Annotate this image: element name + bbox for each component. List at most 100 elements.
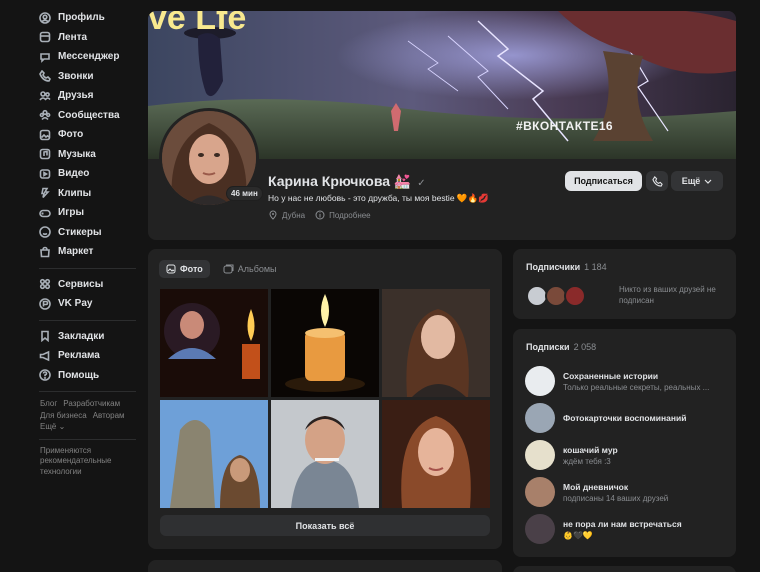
- sidebar-item-video[interactable]: Видео: [0, 164, 146, 184]
- phone-icon: [39, 70, 51, 83]
- link-more[interactable]: Ещё ⌄: [40, 422, 65, 431]
- sidebar-item-feed[interactable]: Лента: [0, 28, 146, 48]
- left-sidebar: Профиль Лента Мессенджер Звонки Друзья Сообще…: [0, 0, 146, 572]
- sidebar-item-label: Помощь: [58, 369, 100, 381]
- subscription-item[interactable]: не пора ли нам встречаться 👶🖤💛: [525, 513, 730, 545]
- sidebar-item-label: Сообщества: [58, 109, 120, 121]
- followers-note: Никто из ваших друзей не подписан: [619, 285, 716, 305]
- photos-block: Фото Альбомы Показать всё: [148, 249, 502, 549]
- sidebar-divider: [39, 319, 136, 321]
- photo-icon: [166, 264, 176, 274]
- chevron-down-icon: [704, 179, 712, 184]
- sidebar-item-megaphone[interactable]: Реклама: [0, 346, 146, 366]
- subscription-avatar: [525, 477, 555, 507]
- photo-thumbnail[interactable]: [271, 289, 379, 397]
- sticker-icon: [39, 226, 51, 239]
- sidebar-divider: [39, 391, 136, 392]
- link-blog[interactable]: Блог: [40, 399, 57, 408]
- sidebar-item-friends[interactable]: Друзья: [0, 86, 146, 106]
- subscription-subtitle: 👶🖤💛: [563, 530, 593, 540]
- followers-block[interactable]: Подписчики 1 184 Никто из ваших друзей не…: [513, 249, 736, 319]
- link-business[interactable]: Для бизнеса: [40, 411, 87, 420]
- sidebar-item-sticker[interactable]: Стикеры: [0, 223, 146, 243]
- sidebar-item-label: Профиль: [58, 12, 105, 24]
- photo-thumbnail[interactable]: [160, 400, 268, 508]
- sidebar-item-clips[interactable]: Клипы: [0, 184, 146, 204]
- cover-text: ve Lfe: [148, 11, 247, 37]
- subscriptions-title[interactable]: Подписки 2 058: [526, 342, 596, 352]
- photo-thumbnail[interactable]: [382, 400, 490, 508]
- sidebar-item-label: Лента: [58, 31, 88, 43]
- subscription-avatar: [525, 440, 555, 470]
- tab-albums-label: Альбомы: [237, 264, 277, 274]
- details-link[interactable]: Подробнее: [315, 210, 371, 220]
- subscription-item[interactable]: кошачий мур ждём тебя :3: [525, 439, 730, 471]
- feed-icon: [39, 31, 51, 43]
- subscription-subtitle: ждём тебя :3: [563, 456, 611, 466]
- communities-icon: [39, 109, 51, 121]
- followers-title: Подписчики 1 184: [526, 262, 607, 272]
- albums-icon: [223, 264, 234, 274]
- subscriptions-title-label: Подписки: [526, 342, 570, 352]
- photo-thumbnail[interactable]: [271, 400, 379, 508]
- sidebar-item-user-circle[interactable]: Профиль: [0, 8, 146, 28]
- vkpay-icon: [39, 297, 51, 310]
- footer-links: Блог Разработчикам Для бизнеса Авторам Ещё…: [0, 398, 146, 433]
- sidebar-divider: [39, 267, 136, 269]
- follower-avatar[interactable]: [564, 285, 586, 307]
- location-icon: [269, 210, 277, 220]
- sidebar-item-bookmark[interactable]: Закладки: [0, 327, 146, 347]
- photo-thumbnail[interactable]: [382, 289, 490, 397]
- sidebar-item-gamepad[interactable]: Игры: [0, 203, 146, 223]
- more-button[interactable]: Ещё: [671, 171, 723, 191]
- subscription-item[interactable]: Фотокарточки воспоминаний: [525, 402, 730, 434]
- sidebar-item-bag[interactable]: Маркет: [0, 242, 146, 262]
- sidebar-item-chat[interactable]: Мессенджер: [0, 47, 146, 67]
- tab-photos[interactable]: Фото: [159, 260, 210, 278]
- subscription-subtitle: подписаны 14 ваших друзей: [563, 493, 669, 503]
- tab-albums[interactable]: Альбомы: [216, 260, 284, 278]
- link-developers[interactable]: Разработчикам: [63, 399, 120, 408]
- profile-header: ve Lfe #ВКОНТАКТЕ16 46 мин Карина Крючко…: [148, 11, 736, 240]
- subscribe-button[interactable]: Подписаться: [565, 171, 642, 191]
- recommendation-note[interactable]: Применяются рекомендательные технологии: [0, 446, 112, 478]
- megaphone-icon: [39, 350, 51, 362]
- bag-icon: [39, 246, 51, 258]
- photo-tabs: Фото Альбомы: [159, 260, 284, 278]
- user-circle-icon: [39, 11, 51, 24]
- subscription-subtitle: Только реальные секреты, реальных ...: [563, 382, 710, 392]
- subscriptions-count: 2 058: [573, 342, 597, 352]
- subscription-avatar: [525, 514, 555, 544]
- profile-name: Карина Крючкова 💒 ✓: [268, 173, 426, 190]
- sidebar-item-music[interactable]: Музыка: [0, 145, 146, 165]
- sidebar-item-label: VK Pay: [58, 298, 93, 310]
- link-authors[interactable]: Авторам: [93, 411, 125, 420]
- profile-status: Но у нас не любовь - это дружба, ты моя …: [268, 193, 489, 203]
- details-label: Подробнее: [329, 210, 371, 220]
- photo-thumbnail[interactable]: [160, 289, 268, 397]
- sidebar-item-photo[interactable]: Фото: [0, 125, 146, 145]
- photo-icon: [39, 129, 51, 141]
- sidebar-item-label: Звонки: [58, 70, 94, 82]
- sidebar-item-communities[interactable]: Сообщества: [0, 106, 146, 126]
- sidebar-item-vkpay[interactable]: VK Pay: [0, 294, 146, 314]
- followers-title-label: Подписчики: [526, 262, 581, 272]
- sidebar-item-phone[interactable]: Звонки: [0, 67, 146, 87]
- gamepad-icon: [39, 207, 51, 219]
- call-button[interactable]: [646, 171, 668, 191]
- info-icon: [315, 210, 325, 220]
- show-all-button[interactable]: Показать всё: [160, 515, 490, 536]
- sidebar-item-label: Мессенджер: [58, 51, 120, 63]
- profile-name-text: Карина Крючкова 💒: [268, 173, 412, 189]
- sidebar-divider: [39, 438, 136, 440]
- sidebar-item-help[interactable]: Помощь: [0, 366, 146, 386]
- friends-icon: [39, 90, 51, 102]
- verified-icon: ✓: [417, 178, 426, 189]
- followers-count: 1 184: [584, 262, 607, 272]
- sidebar-item-services[interactable]: Сервисы: [0, 275, 146, 295]
- services-icon: [39, 278, 51, 290]
- cover-hashtag: #ВКОНТАКТЕ16: [516, 119, 614, 133]
- subscription-item[interactable]: Сохраненные истории Только реальные секре…: [525, 365, 730, 397]
- photo-grid: [160, 289, 490, 509]
- subscription-item[interactable]: Мой дневничок подписаны 14 ваших друзей: [525, 476, 730, 508]
